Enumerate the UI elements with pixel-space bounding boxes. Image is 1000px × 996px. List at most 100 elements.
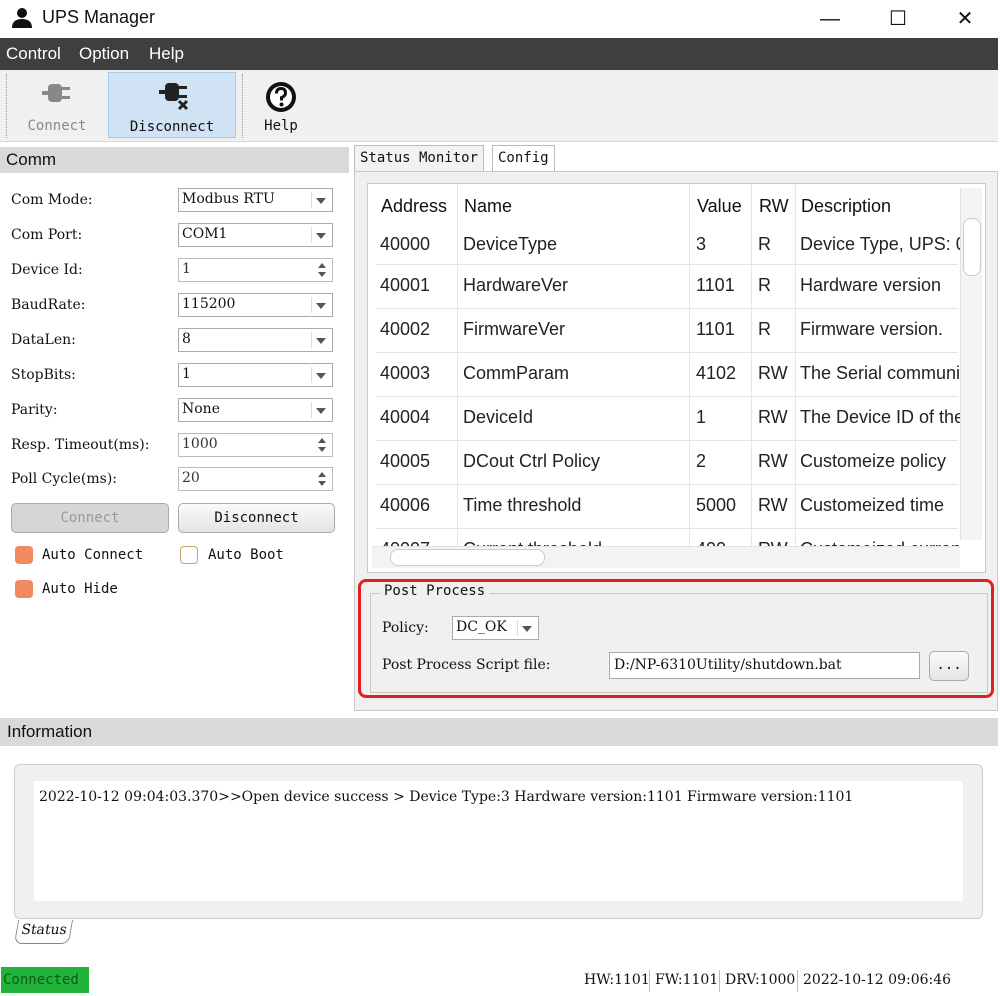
menu-control[interactable]: Control [6, 44, 61, 64]
baudrate-label: BaudRate: [11, 297, 86, 313]
table-row[interactable]: 40003 CommParam 4102 RW The Serial commu… [376, 353, 960, 397]
table-row[interactable]: 40001 HardwareVer 1101 R Hardware versio… [376, 265, 958, 309]
stopbits-select[interactable]: 1 [178, 363, 333, 387]
toolbar-help-button[interactable]: Help [250, 72, 312, 138]
scrollbar-thumb[interactable] [963, 218, 981, 276]
cell-description: Customeize policy [800, 451, 947, 471]
com-port-label: Com Port: [11, 227, 83, 243]
table-row[interactable]: 40005 DCout Ctrl Policy 2 RW Customeize … [376, 441, 958, 485]
resp-timeout-value: 1000 [182, 436, 218, 452]
cell-rw: RW [758, 407, 788, 427]
stopbits-label: StopBits: [11, 367, 76, 383]
cell-description: The Serial communication [800, 363, 960, 383]
datalen-select[interactable]: 8 [178, 328, 333, 352]
toolbar-connect-button[interactable]: Connect [18, 72, 96, 138]
spin-arrows-icon[interactable] [314, 261, 330, 279]
table-vertical-scrollbar[interactable] [960, 188, 982, 540]
table-row[interactable]: 40002 FirmwareVer 1101 R Firmware versio… [376, 309, 958, 353]
chevron-down-icon [311, 192, 329, 208]
cell-name: DeviceType [463, 234, 558, 254]
status-drv: DRV:1000 [725, 972, 796, 988]
com-port-value: COM1 [182, 226, 228, 242]
cell-address: 40002 [380, 319, 431, 339]
column-header-description[interactable]: Description [801, 196, 891, 217]
chevron-down-icon [311, 332, 329, 348]
cell-rw: R [758, 234, 771, 254]
cell-name: DeviceId [463, 407, 534, 427]
cell-value: 1101 [696, 319, 735, 339]
cell-name: DCout Ctrl Policy [463, 451, 601, 471]
device-id-value: 1 [182, 261, 191, 277]
tab-status-monitor[interactable]: Status Monitor [354, 145, 485, 171]
information-log: 2022-10-12 09:04:03.370>>Open device suc… [34, 781, 963, 901]
device-id-stepper[interactable]: 1 [178, 258, 333, 282]
table-row[interactable]: 40000 DeviceType 3 R Device Type, UPS: 0 [376, 222, 960, 265]
cell-description: Customeized time [800, 495, 945, 515]
cell-value: 1 [696, 407, 707, 427]
poll-cycle-stepper[interactable]: 20 [178, 467, 333, 491]
menu-help[interactable]: Help [149, 44, 184, 64]
toolbar-disconnect-button[interactable]: Disconnect [108, 72, 236, 138]
poll-cycle-value: 20 [182, 470, 200, 486]
device-id-label: Device Id: [11, 262, 83, 278]
status-datetime: 2022-10-12 09:06:46 [803, 972, 952, 988]
auto-hide-checkbox[interactable] [15, 580, 33, 598]
cell-value: 5000 [696, 495, 737, 515]
cell-value: 4102 [696, 363, 737, 383]
toolbar: Connect Disconnect Help [0, 70, 998, 142]
chevron-down-icon [311, 402, 329, 418]
com-mode-value: Modbus RTU [182, 191, 275, 207]
cell-address: 40001 [380, 275, 431, 295]
cell-address: 40004 [380, 407, 431, 427]
com-mode-label: Com Mode: [11, 192, 93, 208]
cell-description: Hardware version [800, 275, 942, 295]
status-divider [649, 970, 650, 992]
tab-status[interactable]: Status [13, 920, 74, 944]
resp-timeout-stepper[interactable]: 1000 [178, 433, 333, 457]
scrollbar-thumb[interactable] [390, 549, 545, 566]
cell-name: FirmwareVer [463, 319, 566, 339]
column-header-rw[interactable]: RW [759, 196, 789, 217]
cell-address: 40000 [380, 234, 431, 254]
resp-timeout-label: Resp. Timeout(ms): [11, 437, 150, 453]
com-mode-select[interactable]: Modbus RTU [178, 188, 333, 212]
status-hw: HW:1101 [584, 972, 650, 988]
toolbar-help-label: Help [264, 118, 298, 134]
auto-connect-checkbox[interactable] [15, 546, 33, 564]
comm-connect-button[interactable]: Connect [11, 503, 169, 533]
cell-value: 1101 [696, 275, 735, 295]
menu-option[interactable]: Option [79, 44, 129, 64]
table-row[interactable]: 40006 Time threshold 5000 RW Customeized… [376, 485, 958, 529]
title-bar: UPS Manager — ☐ ✕ [0, 0, 1000, 38]
tab-config[interactable]: Config [492, 145, 555, 171]
poll-cycle-label: Poll Cycle(ms): [11, 471, 118, 487]
cell-value: 3 [696, 234, 707, 254]
toolbar-separator [6, 74, 7, 138]
comm-panel-header: Comm [0, 147, 349, 173]
spin-arrows-icon[interactable] [314, 436, 330, 454]
information-header: Information [0, 718, 998, 746]
toolbar-connect-label: Connect [27, 118, 87, 134]
highlight-box [358, 579, 994, 698]
spin-arrows-icon[interactable] [314, 470, 330, 488]
toolbar-separator [242, 74, 243, 138]
table-horizontal-scrollbar[interactable] [372, 546, 960, 568]
column-header-name[interactable]: Name [464, 196, 512, 217]
com-port-select[interactable]: COM1 [178, 223, 333, 247]
cell-rw: R [758, 275, 771, 295]
datalen-value: 8 [182, 331, 191, 347]
status-bar: Connected HW:1101 FW:1101 DRV:1000 2022-… [0, 966, 1000, 996]
comm-disconnect-button[interactable]: Disconnect [178, 503, 335, 533]
close-button[interactable]: ✕ [935, 2, 995, 36]
minimize-button[interactable]: — [800, 2, 860, 36]
column-header-address[interactable]: Address [381, 196, 447, 217]
auto-boot-checkbox[interactable] [180, 546, 198, 564]
column-header-value[interactable]: Value [697, 196, 742, 217]
status-divider [719, 970, 720, 992]
maximize-button[interactable]: ☐ [868, 2, 928, 36]
cell-name: HardwareVer [463, 275, 569, 295]
window-title: UPS Manager [42, 7, 156, 27]
baudrate-select[interactable]: 115200 [178, 293, 333, 317]
parity-select[interactable]: None [178, 398, 333, 422]
table-row[interactable]: 40004 DeviceId 1 RW The Device ID of the [376, 397, 960, 441]
